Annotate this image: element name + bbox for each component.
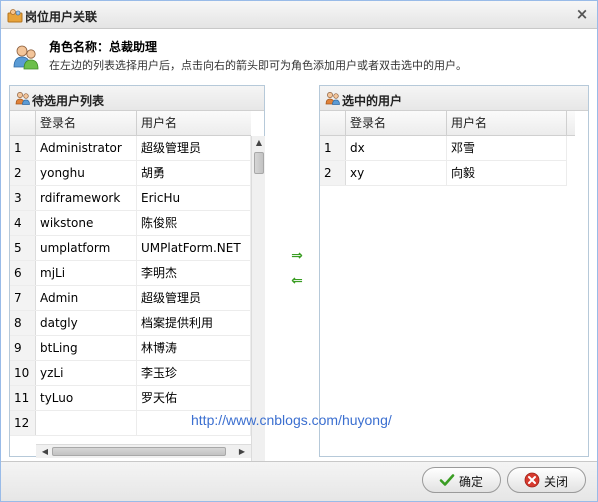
user-name-cell: 李玉珍	[137, 361, 251, 385]
scroll-right-icon[interactable]: ▶	[235, 445, 249, 459]
selected-users-panel: 选中的用户 登录名 用户名 1 dx 邓雪 2 xy 向毅	[319, 85, 589, 457]
ok-button[interactable]: 确定	[422, 467, 501, 493]
login-name-cell: btLing	[36, 336, 137, 360]
info-section: 角色名称：总裁助理 在左边的列表选择用户后，点击向右的箭头即可为角色添加用户或者…	[1, 30, 597, 75]
role-users-icon	[13, 45, 39, 70]
table-row[interactable]: 10 yzLi 李玉珍	[10, 361, 251, 386]
close-icon[interactable]: ×	[575, 6, 589, 22]
table-row[interactable]: 4 wikstone 陈俊熙	[10, 211, 251, 236]
login-name-cell: Administrator	[36, 136, 137, 160]
table-row[interactable]: 5 umplatform UMPlatForm.NET	[10, 236, 251, 261]
window-title: 岗位用户关联	[25, 10, 98, 24]
table-row[interactable]: 3 rdiframework EricHu	[10, 186, 251, 211]
selected-users-header: 选中的用户	[320, 86, 588, 111]
user-name-cell: 林博涛	[137, 336, 251, 360]
users-icon	[15, 92, 30, 105]
dialog-footer: 确定 关闭	[1, 461, 597, 501]
available-users-header: 待选用户列表	[10, 86, 264, 111]
user-name-cell: 档案提供利用	[137, 311, 251, 335]
selected-grid-header: 登录名 用户名	[320, 111, 575, 136]
scroll-thumb-horizontal[interactable]	[52, 447, 226, 456]
scroll-up-icon[interactable]: ▲	[252, 136, 266, 150]
table-row[interactable]: 2 yonghu 胡勇	[10, 161, 251, 186]
login-name-cell: datgly	[36, 311, 137, 335]
vertical-scrollbar[interactable]: ▲ ▼	[251, 136, 265, 494]
user-name-header[interactable]: 用户名	[447, 111, 567, 135]
user-name-cell: 超级管理员	[137, 286, 251, 310]
login-name-cell	[36, 411, 137, 435]
row-number: 10	[10, 361, 36, 385]
watermark-link: http://www.cnblogs.com/huyong/	[191, 412, 392, 428]
table-row[interactable]: 8 datgly 档案提供利用	[10, 311, 251, 336]
row-number: 8	[10, 311, 36, 335]
dialog-window: 岗位用户关联 × 角色名称：总裁助理 在左边的列表选择用户后，点击向右的箭头即可…	[0, 0, 598, 502]
login-name-cell: umplatform	[36, 236, 137, 260]
login-name-cell: yonghu	[36, 161, 137, 185]
user-name-cell: 罗天佑	[137, 386, 251, 410]
available-users-title: 待选用户列表	[32, 94, 105, 108]
horizontal-scrollbar[interactable]: ◀ ▶	[36, 444, 251, 458]
login-name-cell: wikstone	[36, 211, 137, 235]
user-name-cell: 邓雪	[447, 136, 567, 160]
row-number: 11	[10, 386, 36, 410]
ok-button-label: 确定	[459, 475, 484, 489]
user-name-cell: UMPlatForm.NET	[137, 236, 251, 260]
user-name-cell: 向毅	[447, 161, 567, 185]
table-row[interactable]: 11 tyLuo 罗天佑	[10, 386, 251, 411]
row-number: 5	[10, 236, 36, 260]
table-row[interactable]: 9 btLing 林博涛	[10, 336, 251, 361]
row-number: 9	[10, 336, 36, 360]
row-number: 6	[10, 261, 36, 285]
table-row[interactable]: 1 dx 邓雪	[320, 136, 567, 161]
row-number: 1	[10, 136, 36, 160]
row-number-header	[320, 111, 346, 135]
role-description: 在左边的列表选择用户后，点击向右的箭头即可为角色添加用户或者双击选中的用户。	[49, 59, 467, 72]
user-name-cell: 陈俊熙	[137, 211, 251, 235]
users-icon	[325, 92, 340, 105]
role-title: 角色名称：总裁助理	[49, 40, 158, 54]
row-number-header	[10, 111, 36, 135]
user-name-cell: 超级管理员	[137, 136, 251, 160]
dialog-body: 角色名称：总裁助理 在左边的列表选择用户后，点击向右的箭头即可为角色添加用户或者…	[1, 30, 597, 494]
selected-users-title: 选中的用户	[342, 94, 403, 108]
table-row[interactable]: 2 xy 向毅	[320, 161, 567, 186]
row-number: 3	[10, 186, 36, 210]
available-grid-header: 登录名 用户名	[10, 111, 251, 136]
scroll-left-icon[interactable]: ◀	[38, 445, 52, 459]
user-name-header[interactable]: 用户名	[137, 111, 251, 135]
row-number: 4	[10, 211, 36, 235]
login-name-cell: xy	[346, 161, 447, 185]
table-row[interactable]: 1 Administrator 超级管理员	[10, 136, 251, 161]
row-number: 7	[10, 286, 36, 310]
row-number: 2	[10, 161, 36, 185]
login-name-cell: tyLuo	[36, 386, 137, 410]
row-number: 2	[320, 161, 346, 185]
login-name-cell: yzLi	[36, 361, 137, 385]
available-users-panel: 待选用户列表 登录名 用户名 1 Administrator 超级管理员 2 yongh…	[9, 85, 265, 494]
table-row[interactable]: 7 Admin 超级管理员	[10, 286, 251, 311]
login-name-cell: dx	[346, 136, 447, 160]
login-name-cell: rdiframework	[36, 186, 137, 210]
login-name-header[interactable]: 登录名	[346, 111, 447, 135]
close-button[interactable]: 关闭	[507, 467, 586, 493]
remove-user-arrow-icon[interactable]: ⇐	[288, 274, 306, 288]
row-number: 1	[320, 136, 346, 160]
table-row[interactable]: 6 mjLi 李明杰	[10, 261, 251, 286]
scroll-thumb[interactable]	[254, 152, 264, 174]
add-user-arrow-icon[interactable]: ⇒	[288, 249, 306, 263]
user-name-cell: EricHu	[137, 186, 251, 210]
title-bar[interactable]: 岗位用户关联 ×	[1, 1, 597, 29]
user-name-cell: 胡勇	[137, 161, 251, 185]
row-number: 12	[10, 411, 36, 435]
close-circle-icon	[524, 472, 540, 488]
login-name-cell: mjLi	[36, 261, 137, 285]
user-group-icon	[7, 9, 23, 23]
login-name-header[interactable]: 登录名	[36, 111, 137, 135]
user-name-cell: 李明杰	[137, 261, 251, 285]
close-button-label: 关闭	[544, 475, 569, 489]
checkmark-icon	[439, 474, 455, 486]
login-name-cell: Admin	[36, 286, 137, 310]
